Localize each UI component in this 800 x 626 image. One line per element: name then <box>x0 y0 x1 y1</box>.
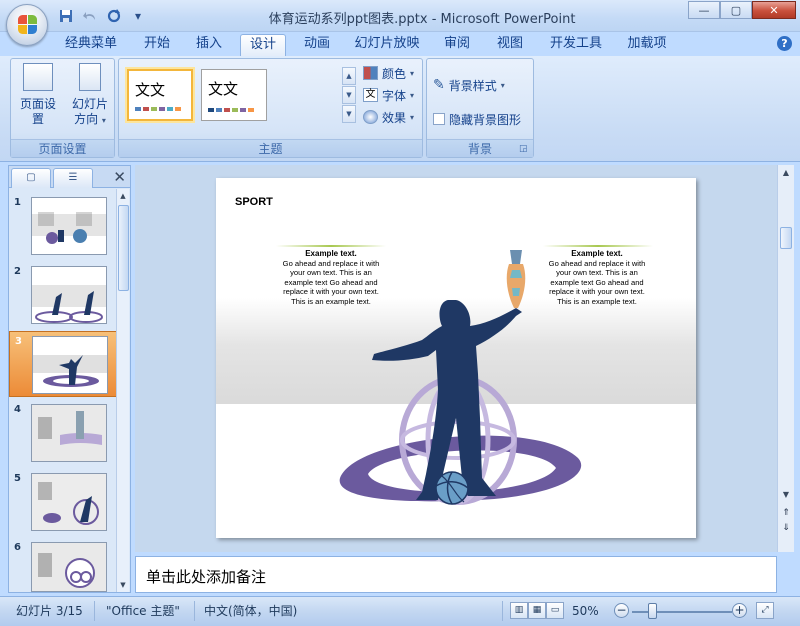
group-background: ✎ 背景样式 ▾ 隐藏背景图形 背景 ◲ <box>426 58 534 158</box>
slide-canvas[interactable]: SPORT Example text. Go ahead and replace… <box>216 178 696 538</box>
checkbox-icon <box>433 113 445 125</box>
thumb-image-5 <box>31 473 107 531</box>
ribbon: 页面设置 幻灯片 方向 ▾ 页面设置 文文 文文 ▲ ▼ ▼ 颜色 ▾ 文 字体… <box>0 56 800 162</box>
thumb-image-1 <box>31 197 107 255</box>
scroll-up-icon[interactable]: ▲ <box>778 165 794 181</box>
zoom-level[interactable]: 50% <box>572 601 599 621</box>
effects-icon <box>363 110 378 124</box>
group-label-background: 背景 <box>427 139 533 157</box>
gallery-more-button[interactable]: ▼ <box>342 105 356 123</box>
scroll-up-icon[interactable]: ▲ <box>117 189 129 203</box>
group-themes: 文文 文文 ▲ ▼ ▼ 颜色 ▾ 文 字体 ▾ 效果 ▾ 主题 <box>118 58 423 158</box>
tab-developer[interactable]: 开发工具 <box>544 34 608 56</box>
slides-panel: ▢ ☰ ✕ 1 2 3 4 5 6 ▲ ▼ <box>8 165 131 593</box>
theme-colors-button[interactable]: 颜色 ▾ <box>363 63 414 83</box>
close-panel-icon[interactable]: ✕ <box>113 168 126 186</box>
title-bar: ▾ 体育运动系列ppt图表.pptx - Microsoft PowerPoin… <box>0 0 800 46</box>
page-setup-icon <box>23 63 53 91</box>
group-label-themes: 主题 <box>119 139 422 157</box>
zoom-in-button[interactable]: + <box>732 603 747 618</box>
thumb-image-4 <box>31 404 107 462</box>
thumb-image-2 <box>31 266 107 324</box>
slides-panel-scrollbar[interactable]: ▲ ▼ <box>116 189 129 592</box>
tab-insert[interactable]: 插入 <box>188 34 230 56</box>
theme-thumbnail-2[interactable]: 文文 <box>201 69 267 121</box>
tab-view[interactable]: 视图 <box>489 34 531 56</box>
gallery-down-button[interactable]: ▼ <box>342 86 356 104</box>
thumb-image-6 <box>31 542 107 592</box>
thumb-image-3 <box>32 336 108 394</box>
theme-fonts-button[interactable]: 文 字体 ▾ <box>363 85 414 105</box>
slideshow-view-icon[interactable]: ▭ <box>546 602 564 619</box>
status-separator <box>94 601 95 621</box>
zoom-slider-thumb[interactable] <box>648 603 657 619</box>
slide-thumbnail-4[interactable]: 4 <box>9 400 119 466</box>
background-styles-icon: ✎ <box>433 77 445 93</box>
notes-placeholder: 单击此处添加备注 <box>146 568 267 586</box>
zoom-out-button[interactable]: − <box>614 603 629 618</box>
slide-sorter-view-icon[interactable]: ▦ <box>528 602 546 619</box>
tab-animations[interactable]: 动画 <box>296 34 338 56</box>
slide-counter: 幻灯片 3/15 <box>16 604 83 618</box>
status-separator <box>502 601 503 621</box>
tab-home[interactable]: 开始 <box>136 34 178 56</box>
slide-thumbnail-2[interactable]: 2 <box>9 262 119 328</box>
next-slide-icon[interactable]: ⇓ <box>780 522 792 534</box>
editor-vertical-scrollbar[interactable]: ▲ ▼ ⇑ ⇓ <box>777 165 794 552</box>
office-logo-icon <box>18 15 38 35</box>
scroll-thumb[interactable] <box>780 227 792 249</box>
office-button[interactable] <box>6 4 48 46</box>
slides-tab[interactable]: ▢ <box>11 168 51 188</box>
outline-tab[interactable]: ☰ <box>53 168 93 188</box>
zoom-slider-track[interactable] <box>632 611 732 613</box>
notes-pane[interactable]: 单击此处添加备注 <box>135 556 777 593</box>
theme-effects-button[interactable]: 效果 ▾ <box>363 107 414 127</box>
athlete-illustration <box>339 250 582 505</box>
tab-slideshow[interactable]: 幻灯片放映 <box>350 34 424 56</box>
tab-classic-menu[interactable]: 经典菜单 <box>58 34 124 56</box>
group-label-page-setup: 页面设置 <box>11 139 114 157</box>
colors-icon <box>363 66 378 80</box>
slide-thumbnail-1[interactable]: 1 <box>9 193 119 259</box>
theme-thumbnail-office[interactable]: 文文 <box>127 69 193 121</box>
group-page-setup: 页面设置 幻灯片 方向 ▾ 页面设置 <box>10 58 115 158</box>
ribbon-tabs: 经典菜单 开始 插入 设计 动画 幻灯片放映 审阅 视图 开发工具 加载项 ? <box>0 32 800 56</box>
tab-design[interactable]: 设计 <box>240 34 286 56</box>
tab-addins[interactable]: 加载项 <box>620 34 674 56</box>
help-icon[interactable]: ? <box>777 36 792 51</box>
page-setup-button[interactable]: 页面设置 <box>15 63 61 127</box>
fit-to-window-icon[interactable]: ⤢ <box>756 602 774 619</box>
slide-thumbnail-3[interactable]: 3 <box>9 331 119 397</box>
previous-slide-icon[interactable]: ⇑ <box>780 507 792 519</box>
hide-background-graphics-checkbox[interactable]: 隐藏背景图形 <box>433 109 521 129</box>
fonts-icon: 文 <box>363 88 378 102</box>
dialog-launcher-icon[interactable]: ◲ <box>519 144 529 154</box>
scroll-down-icon[interactable]: ▼ <box>117 578 129 592</box>
slide-orientation-button[interactable]: 幻灯片 方向 ▾ <box>67 63 113 128</box>
background-styles-button[interactable]: ✎ 背景样式 ▾ <box>433 75 505 95</box>
scroll-down-icon[interactable]: ▼ <box>778 487 794 503</box>
slide-thumbnail-6[interactable]: 6 <box>9 538 119 604</box>
language-status[interactable]: 中文(简体，中国) <box>204 601 297 621</box>
orientation-icon <box>79 63 101 91</box>
window-title: 体育运动系列ppt图表.pptx - Microsoft PowerPoint <box>268 12 576 27</box>
theme-name: "Office 主题" <box>106 604 180 618</box>
close-button[interactable]: ✕ <box>752 1 796 19</box>
slide-thumbnail-5[interactable]: 5 <box>9 469 119 535</box>
theme-gallery-scroll: ▲ ▼ ▼ <box>342 67 356 125</box>
minimize-button[interactable]: — <box>688 1 720 19</box>
maximize-button[interactable]: ▢ <box>720 1 752 19</box>
status-separator <box>194 601 195 621</box>
scroll-thumb[interactable] <box>118 205 129 291</box>
normal-view-icon[interactable]: ▥ <box>510 602 528 619</box>
status-bar: 幻灯片 3/15 "Office 主题" 中文(简体，中国) ▥ ▦ ▭ 50%… <box>0 596 800 626</box>
slide-editor: SPORT Example text. Go ahead and replace… <box>135 165 777 552</box>
gallery-up-button[interactable]: ▲ <box>342 67 356 85</box>
tab-review[interactable]: 审阅 <box>436 34 478 56</box>
